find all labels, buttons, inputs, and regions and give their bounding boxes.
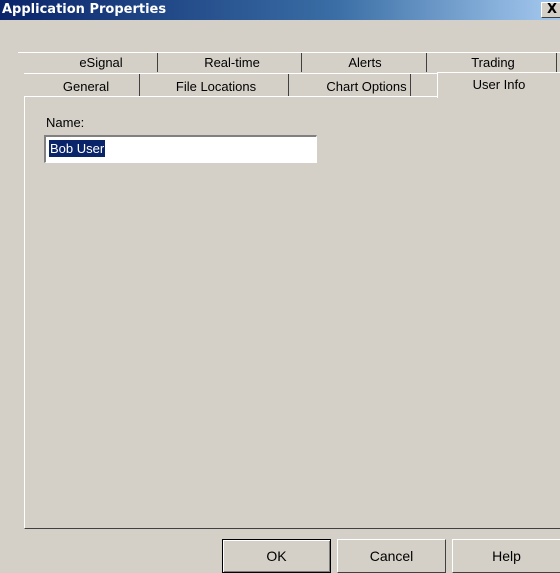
tab-divider	[288, 74, 289, 96]
tab-chart-options[interactable]: Chart Options	[294, 77, 439, 96]
tab-trading[interactable]: Trading	[430, 53, 556, 72]
tab-realtime[interactable]: Real-time	[162, 53, 302, 72]
name-field[interactable]: Bob User	[44, 135, 317, 163]
close-icon[interactable]: X	[541, 2, 560, 18]
application-properties-dialog: Application Properties X eSignal Real-ti…	[0, 0, 560, 573]
cancel-button[interactable]: Cancel	[337, 539, 446, 573]
title-bar: Application Properties X	[0, 0, 560, 20]
help-button[interactable]: Help	[452, 539, 560, 573]
tab-general[interactable]: General	[34, 77, 138, 96]
tab-divider	[139, 74, 140, 96]
tab-divider	[556, 53, 557, 72]
tab-divider	[426, 53, 427, 72]
tab-user-info[interactable]: User Info	[437, 72, 560, 98]
tab-file-locations[interactable]: File Locations	[145, 77, 287, 96]
tab-divider	[301, 53, 302, 72]
tab-esignal[interactable]: eSignal	[46, 53, 156, 72]
ok-button[interactable]: OK	[222, 539, 331, 573]
tab-divider	[410, 74, 411, 96]
tab-divider	[157, 53, 158, 72]
tab-alerts[interactable]: Alerts	[305, 53, 425, 72]
close-glyph: X	[547, 2, 558, 17]
window-title: Application Properties	[2, 2, 167, 17]
name-value-selected: Bob User	[49, 140, 106, 157]
name-label: Name:	[46, 115, 85, 130]
tab-user-info-label: User Info	[472, 77, 526, 92]
tab-row2-top-edge	[24, 73, 437, 74]
